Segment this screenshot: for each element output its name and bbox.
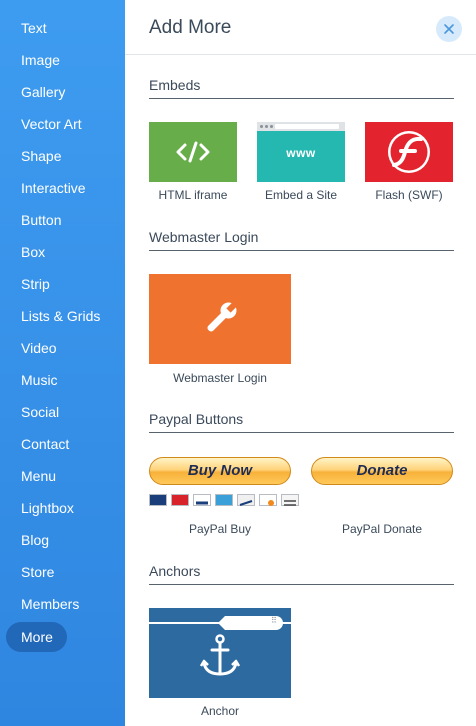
html-iframe-tile[interactable] bbox=[149, 122, 237, 182]
section-divider bbox=[149, 432, 454, 433]
sidebar-item-button[interactable]: Button bbox=[21, 212, 61, 228]
www-glyph: www bbox=[286, 146, 316, 160]
discover-logo bbox=[259, 494, 277, 506]
close-icon bbox=[444, 24, 454, 34]
bank-logo bbox=[281, 494, 299, 506]
code-icon bbox=[176, 141, 210, 163]
anchor-icon bbox=[199, 634, 241, 676]
embed-site-label: Embed a Site bbox=[264, 188, 338, 202]
paypal-donate-button[interactable]: Donate bbox=[311, 457, 453, 485]
sidebar-item-lightbox[interactable]: Lightbox bbox=[21, 500, 74, 516]
wrench-icon bbox=[207, 301, 238, 332]
section-title-webmaster: Webmaster Login bbox=[149, 229, 259, 245]
paypal-donate-label: PayPal Donate bbox=[341, 522, 423, 536]
anchor-label: Anchor bbox=[200, 704, 240, 718]
amex-logo bbox=[215, 494, 233, 506]
maestro-logo bbox=[171, 494, 189, 506]
sidebar-item-contact[interactable]: Contact bbox=[21, 436, 69, 452]
webmaster-login-tile[interactable] bbox=[149, 274, 291, 364]
paypal-buy-label: PayPal Buy bbox=[188, 522, 252, 536]
html-iframe-label: HTML iframe bbox=[158, 188, 228, 202]
sidebar-item-image[interactable]: Image bbox=[21, 52, 60, 68]
section-divider bbox=[149, 250, 454, 251]
sidebar-item-music[interactable]: Music bbox=[21, 372, 58, 388]
sidebar-item-text[interactable]: Text bbox=[21, 20, 47, 36]
section-title-embeds: Embeds bbox=[149, 77, 201, 93]
paypal-buy-now-button[interactable]: Buy Now bbox=[149, 457, 291, 485]
sidebar-item-gallery[interactable]: Gallery bbox=[21, 84, 65, 100]
sidebar-item-interactive[interactable]: Interactive bbox=[21, 180, 86, 196]
sidebar-item-blog[interactable]: Blog bbox=[21, 532, 49, 548]
echeck-logo bbox=[237, 494, 255, 506]
sidebar: Text Image Gallery Vector Art Shape Inte… bbox=[0, 0, 125, 726]
browser-icon bbox=[257, 122, 345, 131]
sidebar-item-lists-grids[interactable]: Lists & Grids bbox=[21, 308, 100, 324]
visa-logo bbox=[193, 494, 211, 506]
sidebar-item-social[interactable]: Social bbox=[21, 404, 59, 420]
sidebar-item-more[interactable]: More bbox=[21, 629, 53, 645]
sidebar-item-members[interactable]: Members bbox=[21, 596, 79, 612]
close-button[interactable] bbox=[436, 16, 462, 42]
mastercard-logo bbox=[149, 494, 167, 506]
add-more-panel: Add More Embeds HTML iframe www Embed a … bbox=[125, 0, 476, 726]
sidebar-item-box[interactable]: Box bbox=[21, 244, 45, 260]
section-title-paypal: Paypal Buttons bbox=[149, 411, 244, 427]
flash-label: Flash (SWF) bbox=[375, 188, 443, 202]
sidebar-item-store[interactable]: Store bbox=[21, 564, 54, 580]
section-title-anchors: Anchors bbox=[149, 563, 201, 579]
flash-icon bbox=[388, 131, 430, 173]
section-divider bbox=[149, 584, 454, 585]
sidebar-item-video[interactable]: Video bbox=[21, 340, 57, 356]
sidebar-item-menu[interactable]: Menu bbox=[21, 468, 56, 484]
section-divider bbox=[149, 98, 454, 99]
anchor-tile[interactable]: ⠿ bbox=[149, 608, 291, 698]
panel-header: Add More bbox=[125, 0, 476, 55]
panel-title: Add More bbox=[149, 17, 232, 38]
webmaster-login-label: Webmaster Login bbox=[173, 371, 267, 385]
sidebar-item-shape[interactable]: Shape bbox=[21, 148, 61, 164]
sidebar-item-vector-art[interactable]: Vector Art bbox=[21, 116, 82, 132]
embed-site-tile[interactable]: www bbox=[257, 122, 345, 182]
sidebar-item-strip[interactable]: Strip bbox=[21, 276, 50, 292]
flash-tile[interactable] bbox=[365, 122, 453, 182]
